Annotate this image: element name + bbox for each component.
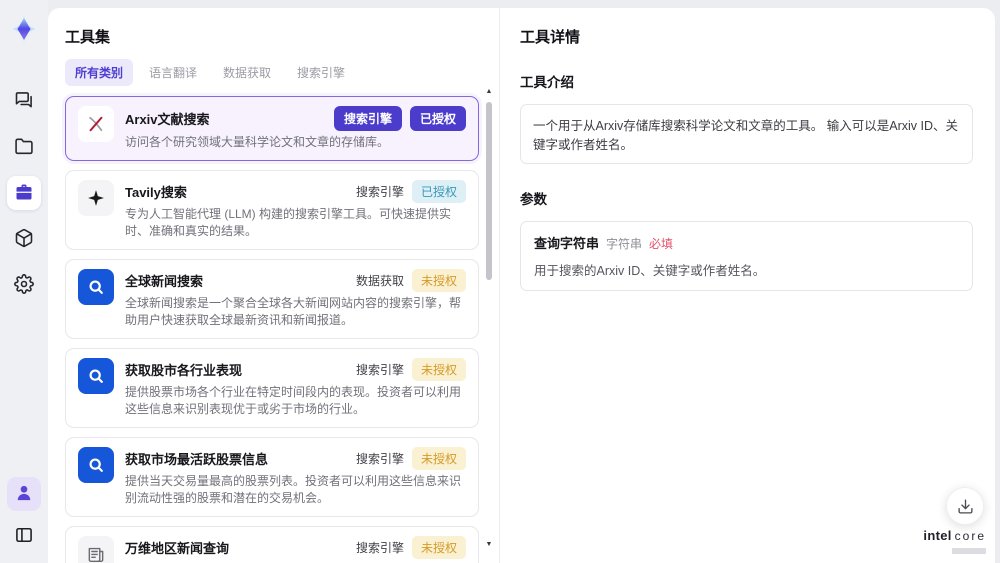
scrollbar-down-icon[interactable]: ▼ [483,541,495,549]
tool-card-header: Arxiv文献搜索 搜索引擎 已授权 [125,106,466,131]
download-button[interactable] [946,487,984,525]
params-list: 查询字符串 字符串 必填 用于搜索的Arxiv ID、关键字或作者姓名。 [520,221,973,291]
tools-scrollbar[interactable]: ▲ ▼ [483,88,495,549]
tool-name: 万维地区新闻查询 [125,541,230,556]
sidebar-item-account[interactable] [7,477,41,511]
tool-auth-badge: 未授权 [411,358,466,381]
intro-text: 一个用于从Arxiv存储库搜索科学论文和文章的工具。 输入可以是Arxiv ID… [520,104,973,164]
chat-icon [14,90,34,113]
gear-icon [14,273,34,297]
tool-description: 访问各个研究领域大量科学论文和文章的存储库。 [125,135,390,149]
tool-category-badge: 搜索引擎 [355,452,404,466]
briefcase-icon [14,182,34,205]
tool-category-badge: 搜索引擎 [333,106,402,131]
tool-description: 专为人工智能代理 (LLM) 构建的搜索引擎工具。可快速提供实时、准确和真实的结… [125,207,452,238]
tools-panel: 工具集 所有类别 语言翻译 数据获取 搜索引擎 Arxiv文献搜索 搜索引擎 已… [48,8,500,563]
category-tabs: 所有类别 语言翻译 数据获取 搜索引擎 [65,59,499,86]
tool-card-header: Tavily搜索 搜索引擎 已授权 [125,180,466,203]
parameter-name: 查询字符串 [534,236,600,251]
details-title: 工具详情 [520,29,581,46]
tool-category-badge: 数据获取 [355,274,404,288]
intel-core-logo: intel core [923,529,986,556]
folder-icon [14,136,34,159]
tool-card-header: 获取股市各行业表现 搜索引擎 未授权 [125,358,466,381]
tool-card[interactable]: Arxiv文献搜索 搜索引擎 已授权 访问各个研究领域大量科学论文和文章的存储库… [65,96,479,161]
tool-card-body: 获取股市各行业表现 搜索引擎 未授权 提供股票市场各个行业在特定时间段内的表现。… [125,358,466,418]
tool-card[interactable]: 获取股市各行业表现 搜索引擎 未授权 提供股票市场各个行业在特定时间段内的表现。… [65,348,479,428]
tool-auth-badge: 已授权 [411,180,466,203]
parameter-card: 查询字符串 字符串 必填 用于搜索的Arxiv ID、关键字或作者姓名。 [520,221,973,291]
tool-auth-badge: 已授权 [409,106,466,131]
sidebar-item-settings[interactable] [7,268,41,302]
tool-card-body: Tavily搜索 搜索引擎 已授权 专为人工智能代理 (LLM) 构建的搜索引擎… [125,180,466,240]
tool-card-header: 获取市场最活跃股票信息 搜索引擎 未授权 [125,447,466,470]
parameter-description: 用于搜索的Arxiv ID、关键字或作者姓名。 [534,264,766,278]
brand-intel: intel [923,528,952,543]
arxiv-icon [78,106,114,142]
tool-card-header: 全球新闻搜索 数据获取 未授权 [125,269,466,292]
tool-card-body: Arxiv文献搜索 搜索引擎 已授权 访问各个研究领域大量科学论文和文章的存储库… [125,106,466,151]
tool-category-badge: 搜索引擎 [355,363,404,377]
parameter-type: 字符串 [606,237,643,251]
searchblue-icon [78,358,114,394]
tool-details-panel: 工具详情 工具介绍 一个用于从Arxiv存储库搜索科学论文和文章的工具。 输入可… [500,8,995,563]
tool-name: Tavily搜索 [125,185,187,200]
parameter-header: 查询字符串 字符串 必填 [534,233,959,252]
tool-description: 全球新闻搜索是一个聚合全球各大新闻网站内容的搜索引擎，帮助用户快速获取全球最新资… [125,296,462,327]
tavily-icon [78,180,114,216]
sidebar-item-files[interactable] [7,130,41,164]
parameter-required-badge: 必填 [649,237,674,251]
news-icon [78,536,114,563]
tool-card-body: 万维地区新闻查询 搜索引擎 未授权 查询具体行政区划内的新闻，快速了解各地新闻动 [125,536,466,563]
user-icon [14,483,34,506]
sidebar-item-tools[interactable] [7,176,41,210]
intel-ultra-badge [952,548,986,554]
tool-description: 提供股票市场各个行业在特定时间段内的表现。投资者可以利用这些信息来识别表现优于或… [125,385,462,416]
sidebar [0,0,48,563]
main-content: 工具集 所有类别 语言翻译 数据获取 搜索引擎 Arxiv文献搜索 搜索引擎 已… [48,8,995,563]
sidebar-item-chat[interactable] [7,84,41,118]
tool-auth-badge: 未授权 [411,447,466,470]
tool-card-body: 全球新闻搜索 数据获取 未授权 全球新闻搜索是一个聚合全球各大新闻网站内容的搜索… [125,269,466,329]
page-title: 工具集 [65,29,111,46]
tools-list: Arxiv文献搜索 搜索引擎 已授权 访问各个研究领域大量科学论文和文章的存储库… [65,96,479,563]
params-heading: 参数 [520,192,547,207]
category-tab[interactable]: 语言翻译 [139,59,207,86]
category-tab[interactable]: 数据获取 [213,59,281,86]
panel-icon [14,525,34,548]
tool-card[interactable]: 获取市场最活跃股票信息 搜索引擎 未授权 提供当天交易量最高的股票列表。投资者可… [65,437,479,517]
tool-card[interactable]: 全球新闻搜索 数据获取 未授权 全球新闻搜索是一个聚合全球各大新闻网站内容的搜索… [65,259,479,339]
scrollbar-thumb[interactable] [486,102,492,280]
tool-card[interactable]: 万维地区新闻查询 搜索引擎 未授权 查询具体行政区划内的新闻，快速了解各地新闻动 [65,526,479,563]
sidebar-item-collapse[interactable] [7,519,41,553]
searchblue-icon [78,447,114,483]
tool-card[interactable]: Tavily搜索 搜索引擎 已授权 专为人工智能代理 (LLM) 构建的搜索引擎… [65,170,479,250]
tool-name: Arxiv文献搜索 [125,112,210,127]
tool-name: 全球新闻搜索 [125,274,204,289]
category-tab[interactable]: 搜索引擎 [287,59,355,86]
sidebar-item-models[interactable] [7,222,41,256]
tool-name: 获取市场最活跃股票信息 [125,452,269,467]
sidebar-bottom [7,477,41,553]
tool-auth-badge: 未授权 [411,269,466,292]
tool-description: 提供当天交易量最高的股票列表。投资者可以利用这些信息来识别流动性强的股票和潜在的… [125,474,462,505]
searchblue-icon [78,269,114,305]
category-tab[interactable]: 所有类别 [65,59,134,86]
tool-name: 获取股市各行业表现 [125,363,243,378]
tool-auth-badge: 未授权 [411,536,466,559]
scrollbar-up-icon[interactable]: ▲ [483,88,495,96]
tool-card-header: 万维地区新闻查询 搜索引擎 未授权 [125,536,466,559]
app-logo-icon[interactable] [7,12,41,46]
tool-card-body: 获取市场最活跃股票信息 搜索引擎 未授权 提供当天交易量最高的股票列表。投资者可… [125,447,466,507]
intro-heading: 工具介绍 [520,75,574,90]
cube-icon [14,228,34,251]
brand-core: core [954,529,986,543]
tool-category-badge: 搜索引擎 [355,541,404,555]
tool-category-badge: 搜索引擎 [355,185,404,199]
download-icon [957,498,973,514]
sidebar-nav [7,84,41,302]
